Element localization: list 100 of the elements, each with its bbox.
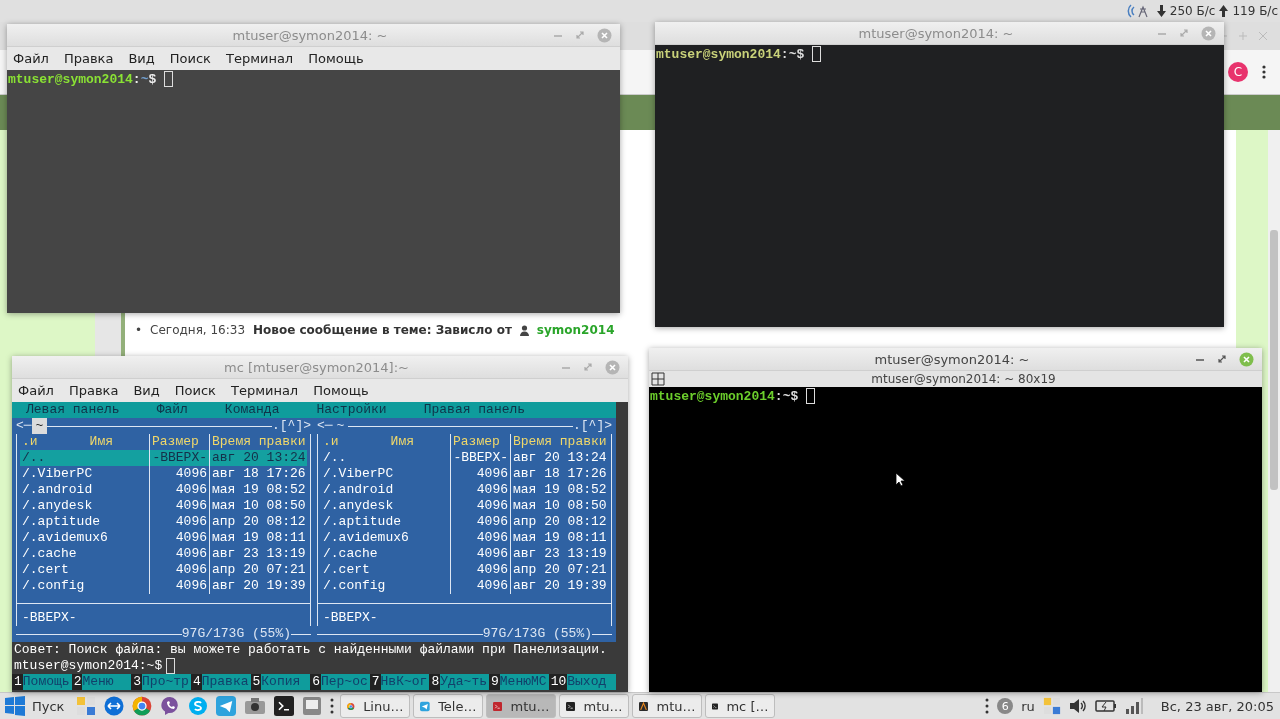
notification-badge[interactable]: 6 [997, 698, 1014, 714]
scrollbar[interactable] [1268, 130, 1280, 692]
remote-control-icon[interactable] [104, 696, 125, 716]
column-header: Время правки [510, 434, 608, 450]
files-icon[interactable] [76, 696, 97, 716]
download-arrow-icon [1156, 5, 1166, 17]
file-row[interactable]: /.ViberPC 4096 авг 18 17:26 [321, 466, 608, 482]
file-row[interactable]: /.config 4096 авг 20 19:39 [20, 578, 307, 594]
window-title: mtuser@symon2014: ~ [873, 351, 1031, 367]
maximize-icon[interactable] [1217, 354, 1227, 364]
menu-item[interactable]: Левая панель [26, 402, 120, 418]
taskbar-window-button[interactable]: mtu… [486, 694, 557, 718]
function-key[interactable]: НвК~ог [380, 674, 430, 690]
column-header: .и [22, 434, 38, 450]
signal-icon[interactable] [1124, 698, 1143, 714]
window-title: mtuser@symon2014: ~ [231, 27, 389, 43]
monitor-icon[interactable] [302, 696, 323, 716]
close-icon[interactable] [605, 359, 620, 375]
file-row[interactable]: /.cert 4096 апр 20 07:21 [321, 562, 608, 578]
file-row[interactable]: /.aptitude 4096 апр 20 08:12 [20, 514, 307, 530]
function-key[interactable]: Копия [261, 674, 311, 690]
panel-status: -ВВЕРХ- [322, 610, 379, 626]
function-key[interactable]: Меню [82, 674, 132, 690]
author-link[interactable]: symon2014 [536, 323, 615, 337]
column-header: .и [323, 434, 339, 450]
file-row[interactable]: /.avidemux6 4096 мая 19 08:11 [20, 530, 307, 546]
file-row[interactable]: /.anydesk 4096 мая 10 08:50 [321, 498, 608, 514]
menu-item[interactable]: Настройки [316, 402, 387, 418]
file-row[interactable]: /.ViberPC 4096 авг 18 17:26 [20, 466, 307, 482]
file-row[interactable]: /.cache 4096 авг 23 13:19 [20, 546, 307, 562]
layout-grid-icon[interactable] [651, 372, 665, 386]
menu-item[interactable]: Терминал [230, 383, 299, 398]
start-button[interactable]: Пуск [0, 693, 71, 719]
separator-dots-icon [985, 698, 990, 714]
menu-item[interactable]: Файл [156, 402, 188, 418]
file-row[interactable]: /.cache 4096 авг 23 13:19 [321, 546, 608, 562]
menu-item[interactable]: Поиск [169, 51, 211, 66]
file-row[interactable]: /.android 4096 мая 19 08:52 [321, 482, 608, 498]
profile-avatar[interactable]: С [1228, 62, 1248, 82]
file-row[interactable]: /.avidemux6 4096 мая 19 08:11 [321, 530, 608, 546]
close-icon[interactable] [1201, 25, 1216, 41]
menu-item[interactable]: Помощь [313, 383, 369, 398]
battery-icon[interactable] [1094, 699, 1117, 713]
panel-status: -ВВЕРХ- [21, 610, 78, 626]
menu-item[interactable]: Правая панель [423, 402, 526, 418]
file-row[interactable]: /.aptitude 4096 апр 20 08:12 [321, 514, 608, 530]
menu-item[interactable]: Правка [68, 383, 119, 398]
function-key-number: 9 [489, 674, 500, 690]
camera-icon[interactable] [244, 697, 267, 715]
kebab-menu-icon[interactable] [1262, 65, 1266, 79]
function-key[interactable]: Пер~ос [320, 674, 370, 690]
menu-item[interactable]: Помощь [308, 51, 364, 66]
file-row[interactable]: /.anydesk 4096 мая 10 08:50 [20, 498, 307, 514]
shell-prompt: mtuser@symon2014:~$ [650, 388, 799, 404]
menu-item[interactable]: Правка [63, 51, 114, 66]
chat-icon[interactable] [188, 696, 209, 716]
globe-icon[interactable] [132, 696, 153, 716]
hint-text: Совет: Поиск файла: вы можете работать с найденными файлами при Панелизации. [13, 642, 608, 658]
menu-item[interactable]: Вид [128, 51, 155, 66]
close-icon[interactable] [1239, 351, 1254, 367]
clock[interactable]: Вс, 23 авг, 20:05 [1160, 698, 1274, 714]
taskbar-window-button[interactable]: Tele… [413, 694, 484, 718]
menu-item[interactable]: Команда [224, 402, 280, 418]
file-row[interactable]: /.. -ВВЕРХ- авг 20 13:24 [321, 450, 608, 466]
terminal-subtitle: mtuser@symon2014: ~ 80x19 [870, 372, 1057, 386]
volume-icon[interactable] [1068, 698, 1087, 714]
function-key[interactable]: МенюМС [499, 674, 549, 690]
files-icon[interactable] [1042, 697, 1061, 715]
function-key-number: 8 [429, 674, 441, 690]
phone-bubble-icon[interactable] [160, 696, 181, 716]
file-row[interactable]: /.. -ВВЕРХ- авг 20 13:24 [20, 450, 307, 466]
file-row[interactable]: /.cert 4096 апр 20 07:21 [20, 562, 307, 578]
panel-nav-text: <─ [317, 418, 333, 434]
menu-item[interactable]: Вид [133, 383, 160, 398]
function-key-number: 7 [369, 674, 381, 690]
function-key[interactable]: Про~тр [142, 674, 191, 690]
taskbar-window-button[interactable]: mtu… [632, 694, 703, 718]
shell-prompt: mtuser@symon2014:~$ [8, 71, 157, 87]
function-key[interactable]: Уда~ть [440, 674, 489, 690]
file-row[interactable]: /.config 4096 авг 20 19:39 [321, 578, 608, 594]
menu-item[interactable]: Поиск [174, 383, 216, 398]
function-key[interactable]: Правка [201, 674, 251, 690]
taskbar-window-button[interactable]: mc [… [705, 694, 776, 718]
function-key-number: 4 [190, 674, 202, 690]
mouse-pointer-icon [895, 472, 905, 487]
taskbar-window-button[interactable]: mtu… [559, 694, 630, 718]
taskbar-window-button[interactable]: Linu… [340, 694, 411, 718]
paper-plane-icon[interactable] [216, 696, 237, 716]
menu-item[interactable]: Файл [18, 383, 54, 398]
terminal-icon[interactable] [274, 696, 295, 716]
shell-prompt: mtuser@symon2014:~$ [656, 46, 805, 62]
panel-path: ~ [31, 418, 48, 434]
function-key[interactable]: Выход [567, 674, 617, 690]
file-row[interactable]: /.android 4096 мая 19 08:52 [20, 482, 307, 498]
menu-item[interactable]: Файл [13, 51, 49, 66]
function-key[interactable]: Помощь [22, 674, 72, 690]
keyboard-layout[interactable]: ru [1021, 698, 1035, 714]
menu-item[interactable]: Терминал [225, 51, 294, 66]
close-icon[interactable] [597, 27, 612, 43]
upload-speed: 119 Б/с [1232, 4, 1278, 18]
